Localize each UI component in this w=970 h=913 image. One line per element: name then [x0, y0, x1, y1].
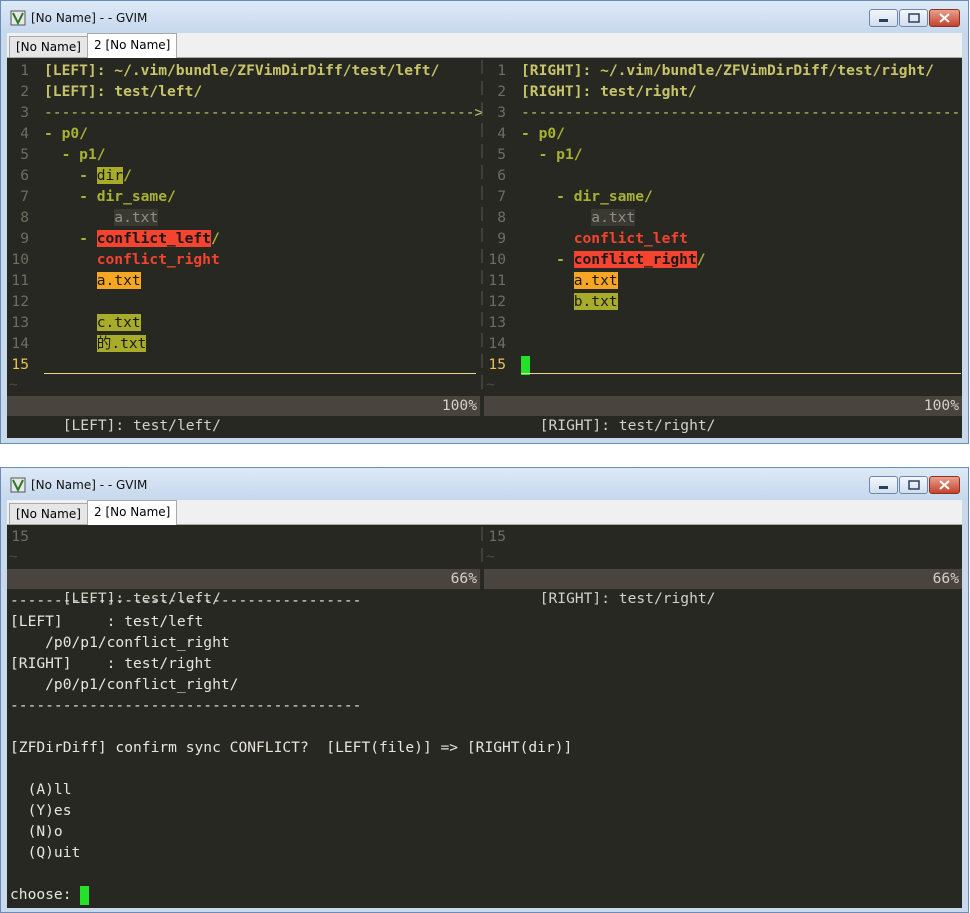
line-10: 10 conflict_right: [11, 251, 220, 268]
title-bar[interactable]: [No Name] - - GVIM: [1, 468, 968, 500]
tab-2-no-name[interactable]: 2 [No Name]: [87, 500, 178, 525]
cmd-left-path: /p0/p1/conflict_right: [10, 634, 230, 651]
left-tilde: ~: [9, 548, 18, 565]
tab-2-no-name[interactable]: 2 [No Name]: [87, 33, 178, 58]
choice-yes[interactable]: (Y)es: [10, 800, 72, 821]
left-status-percent: 100%: [441, 397, 477, 414]
line-11: 11 a.txt: [11, 272, 141, 289]
cmd-right-path: /p0/p1/conflict_right/: [10, 676, 239, 693]
cursorline-underline: [521, 373, 961, 374]
right-status-text: [RIGHT]: test/right/: [539, 590, 716, 607]
tab-no-name[interactable]: [No Name]: [9, 503, 88, 524]
right-status-line[interactable]: [RIGHT]: test/right/ 66%: [484, 569, 962, 607]
text-cursor: [521, 355, 530, 375]
right-status-text: [RIGHT]: test/right/: [539, 417, 716, 434]
line-2: 2 [LEFT]: test/left/: [20, 83, 203, 100]
line-10: 10 - conflict_right/: [488, 251, 706, 268]
tab-bar: [No Name] 2 [No Name]: [7, 500, 962, 525]
text-cursor: [80, 885, 90, 905]
end-of-buffer-tilde: ~: [486, 376, 495, 393]
close-button[interactable]: [929, 9, 960, 27]
cmd-left-label: [LEFT] : test/left: [10, 613, 204, 630]
left-status-percent: 66%: [450, 570, 477, 587]
line-7: 7 - dir_same/: [20, 188, 176, 205]
line-7: 7 - dir_same/: [497, 188, 653, 205]
title-bar[interactable]: [No Name] - - GVIM: [1, 1, 968, 33]
line-4: 4- p0/: [20, 125, 88, 142]
line-12: 12 b.txt: [488, 293, 618, 310]
vim-editor-area[interactable]: 15 ~ 15 ~ [LEFT]: test/left/ 66% [RIGHT]…: [7, 525, 962, 908]
line-13: 13 c.txt: [11, 314, 141, 331]
line-11: 11 a.txt: [488, 272, 618, 289]
choice-no[interactable]: (N)o: [10, 821, 63, 842]
line-15: 15: [484, 354, 530, 375]
cmd-right-label: [RIGHT] : test/right: [10, 655, 213, 672]
choice-quit[interactable]: (Q)uit: [10, 842, 81, 863]
vim-app-icon: [10, 477, 26, 493]
line-8: 8 a.txt: [497, 209, 636, 226]
prompt-label: choose:: [10, 886, 81, 903]
right-tilde: ~: [486, 548, 495, 565]
line-4: 4- p0/: [497, 125, 565, 142]
line-3: 3 ---------------------------------------…: [497, 104, 961, 121]
gvim-window-top: [No Name] - - GVIM [No Name] 2 [No Name]…: [0, 0, 969, 444]
right-line-15: 15: [488, 528, 506, 545]
minimize-button[interactable]: [869, 9, 898, 27]
cursorline-underline: [44, 373, 476, 374]
right-status-line[interactable]: [RIGHT]: test/right/ 100%: [484, 396, 962, 434]
line-8: 8 a.txt: [20, 209, 159, 226]
gvim-window-bottom: [No Name] - - GVIM [No Name] 2 [No Name]…: [0, 467, 969, 913]
minimize-icon: [879, 19, 888, 22]
end-of-buffer-tilde: ~: [9, 376, 18, 393]
line-2: 2 [RIGHT]: test/right/: [497, 83, 697, 100]
maximize-button[interactable]: [899, 9, 928, 27]
line-6: 6 - dir/: [20, 167, 132, 184]
cmd-separator-top: ----------------------------------------: [10, 592, 362, 609]
close-icon: [939, 480, 950, 490]
left-status-line[interactable]: [LEFT]: test/left/ 66%: [7, 569, 480, 607]
vim-editor-area[interactable]: 1 [LEFT]: ~/.vim/bundle/ZFVimDirDiff/test…: [7, 58, 962, 438]
line-9: 9 - conflict_left/: [20, 230, 220, 247]
line-6: 6: [497, 167, 506, 184]
minimize-button[interactable]: [869, 476, 898, 494]
left-line-15: 15: [11, 528, 29, 545]
tab-bar: [No Name] 2 [No Name]: [7, 33, 962, 58]
maximize-button[interactable]: [899, 476, 928, 494]
tab-no-name[interactable]: [No Name]: [9, 36, 88, 57]
vim-app-icon: [10, 10, 26, 26]
line-1: 1 [LEFT]: ~/.vim/bundle/ZFVimDirDiff/test…: [20, 62, 440, 79]
line-9: 9 conflict_left: [497, 230, 688, 247]
right-status-percent: 100%: [923, 397, 959, 414]
window-title: [No Name] - - GVIM: [31, 11, 148, 25]
line-5: 5 - p1/: [20, 146, 106, 163]
line-15: 15: [11, 356, 29, 373]
line-14: 14 的.txt: [11, 335, 147, 352]
line-5: 5 - p1/: [497, 146, 583, 163]
line-13: 13: [488, 314, 506, 331]
cmd-separator-bottom: ----------------------------------------: [10, 697, 362, 714]
maximize-icon: [908, 480, 920, 490]
close-button[interactable]: [929, 476, 960, 494]
line-1: 1 [RIGHT]: ~/.vim/bundle/ZFVimDirDiff/tes…: [497, 62, 934, 79]
left-status-text: [LEFT]: test/left/: [62, 417, 221, 434]
minimize-icon: [879, 486, 888, 489]
cmd-confirm-message: [ZFDirDiff] confirm sync CONFLICT? [LEFT…: [10, 739, 573, 756]
window-title: [No Name] - - GVIM: [31, 478, 148, 492]
choice-all[interactable]: (A)ll: [10, 779, 72, 800]
maximize-icon: [908, 13, 920, 23]
line-3: 3 ---------------------------------------…: [20, 104, 484, 121]
line-14: 14: [488, 335, 506, 352]
close-icon: [939, 13, 950, 23]
right-status-percent: 66%: [932, 570, 959, 587]
line-12: 12: [11, 293, 29, 310]
choose-prompt[interactable]: choose:: [10, 884, 90, 905]
left-status-line[interactable]: [LEFT]: test/left/ 100%: [7, 396, 480, 434]
